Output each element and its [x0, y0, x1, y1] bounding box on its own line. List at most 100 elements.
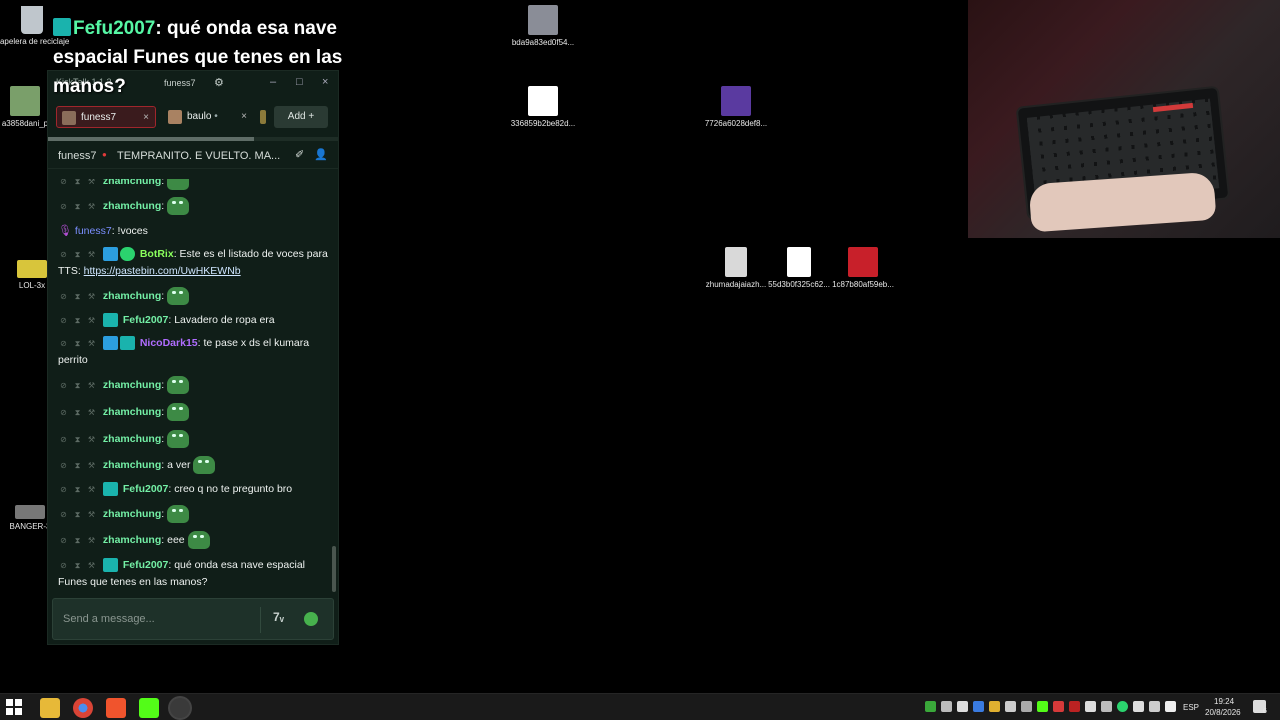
- tray-icon[interactable]: [1101, 701, 1112, 712]
- volume-icon[interactable]: [1165, 701, 1176, 712]
- timeout-icon[interactable]: ⧗: [72, 201, 83, 212]
- chat-scrollbar[interactable]: [332, 546, 336, 592]
- ban-icon[interactable]: ⊘: [58, 407, 69, 418]
- kick-emote-icon[interactable]: [304, 612, 318, 626]
- tray-icon[interactable]: [957, 701, 968, 712]
- desktop-file-bda9[interactable]: bda9a83ed0f54...: [503, 5, 583, 48]
- tray-icon[interactable]: [1021, 701, 1032, 712]
- timeout-icon[interactable]: ⧗: [72, 179, 83, 187]
- desktop-file-7726[interactable]: 7726a6028def8...: [696, 86, 776, 129]
- timeout-icon[interactable]: ⧗: [72, 380, 83, 391]
- desktop-file-1c87[interactable]: 1c87b80af59eb...: [823, 247, 903, 290]
- emote-picker-icon[interactable]: 7ᵥ: [273, 610, 284, 624]
- ban-icon[interactable]: ⊘: [58, 338, 69, 349]
- username[interactable]: zhamchung: [103, 459, 161, 471]
- timeout-icon[interactable]: ⧗: [72, 434, 83, 445]
- hammer-icon[interactable]: ⚒: [86, 338, 97, 349]
- brave-icon[interactable]: [106, 698, 126, 718]
- username[interactable]: zhamchung: [103, 433, 161, 445]
- hammer-icon[interactable]: ⚒: [86, 249, 97, 260]
- message-link[interactable]: https://pastebin.com/UwHKEWNb: [84, 265, 241, 277]
- timeout-icon[interactable]: ⧗: [72, 509, 83, 520]
- desktop-file-3368[interactable]: 336859b2be82d...: [503, 86, 583, 129]
- hammer-icon[interactable]: ⚒: [86, 291, 97, 302]
- hammer-icon[interactable]: ⚒: [86, 535, 97, 546]
- chrome-icon[interactable]: [73, 698, 93, 718]
- timeout-icon[interactable]: ⧗: [72, 535, 83, 546]
- windows-start-icon[interactable]: [6, 699, 23, 716]
- timeout-icon[interactable]: ⧗: [72, 460, 83, 471]
- tray-icon[interactable]: [941, 701, 952, 712]
- username[interactable]: Fefu2007: [123, 559, 169, 571]
- timeout-icon[interactable]: ⧗: [72, 484, 83, 495]
- ban-icon[interactable]: ⊘: [58, 460, 69, 471]
- hammer-icon[interactable]: ⚒: [86, 434, 97, 445]
- timeout-icon[interactable]: ⧗: [72, 315, 83, 326]
- hammer-icon[interactable]: ⚒: [86, 315, 97, 326]
- timeout-icon[interactable]: ⧗: [72, 291, 83, 302]
- username[interactable]: Fefu2007: [123, 483, 169, 495]
- ban-icon[interactable]: ⊘: [58, 201, 69, 212]
- username[interactable]: zhamchung: [103, 534, 161, 546]
- wifi-icon[interactable]: [1149, 701, 1160, 712]
- timeout-icon[interactable]: ⧗: [72, 249, 83, 260]
- ban-icon[interactable]: ⊘: [58, 434, 69, 445]
- tab-funess7[interactable]: funess7 ×: [56, 106, 156, 128]
- ban-icon[interactable]: ⊘: [58, 484, 69, 495]
- username[interactable]: BotRix: [140, 248, 174, 260]
- ban-icon[interactable]: ⊘: [58, 179, 69, 187]
- ban-icon[interactable]: ⊘: [58, 380, 69, 391]
- language-indicator[interactable]: ESP: [1183, 703, 1199, 712]
- username[interactable]: NicoDark15: [140, 337, 198, 349]
- close-tab-icon[interactable]: ×: [143, 107, 149, 129]
- close-tab-icon[interactable]: ×: [241, 106, 247, 128]
- username[interactable]: zhamchung: [103, 379, 161, 391]
- tray-icon[interactable]: [989, 701, 1000, 712]
- obs-icon[interactable]: [170, 698, 190, 718]
- network-icon[interactable]: [1133, 701, 1144, 712]
- hammer-icon[interactable]: ⚒: [86, 509, 97, 520]
- clock-time[interactable]: 19:24: [1214, 697, 1234, 706]
- tray-icon[interactable]: [1117, 701, 1128, 712]
- tray-icon[interactable]: [1085, 701, 1096, 712]
- hammer-icon[interactable]: ⚒: [86, 201, 97, 212]
- hammer-icon[interactable]: ⚒: [86, 560, 97, 571]
- ban-icon[interactable]: ⊘: [58, 535, 69, 546]
- ban-icon[interactable]: ⊘: [58, 249, 69, 260]
- user-icon[interactable]: 👤: [314, 148, 328, 161]
- timeout-icon[interactable]: ⧗: [72, 338, 83, 349]
- ban-icon[interactable]: ⊘: [58, 315, 69, 326]
- kick-icon[interactable]: [139, 698, 159, 718]
- username[interactable]: zhamchung: [103, 508, 161, 520]
- timeout-icon[interactable]: ⧗: [72, 407, 83, 418]
- tray-icon[interactable]: [1053, 701, 1064, 712]
- ban-icon[interactable]: ⊘: [58, 560, 69, 571]
- tray-icon[interactable]: [973, 701, 984, 712]
- tray-icon[interactable]: [1037, 701, 1048, 712]
- subscriber-badge-icon: [102, 558, 118, 573]
- username[interactable]: zhamchung: [103, 179, 161, 187]
- pin-icon[interactable]: ✐: [295, 148, 304, 161]
- hammer-icon[interactable]: ⚒: [86, 407, 97, 418]
- clock-date[interactable]: 20/8/2026: [1205, 708, 1241, 717]
- username[interactable]: zhamchung: [103, 200, 161, 212]
- username[interactable]: funess7: [75, 225, 112, 237]
- tray-icon[interactable]: [925, 701, 936, 712]
- hammer-icon[interactable]: ⚒: [86, 484, 97, 495]
- message-input[interactable]: [53, 599, 258, 639]
- hammer-icon[interactable]: ⚒: [86, 179, 97, 187]
- hammer-icon[interactable]: ⚒: [86, 380, 97, 391]
- tray-icon[interactable]: [1069, 701, 1080, 712]
- add-channel-button[interactable]: Add +: [274, 106, 328, 128]
- username[interactable]: zhamchung: [103, 290, 161, 302]
- timeout-icon[interactable]: ⧗: [72, 560, 83, 571]
- username[interactable]: Fefu2007: [123, 314, 169, 326]
- tab-baulo[interactable]: baulo • ×: [163, 106, 253, 128]
- tray-icon[interactable]: [1005, 701, 1016, 712]
- ban-icon[interactable]: ⊘: [58, 509, 69, 520]
- tab-overflow[interactable]: [260, 106, 270, 128]
- username[interactable]: zhamchung: [103, 406, 161, 418]
- ban-icon[interactable]: ⊘: [58, 291, 69, 302]
- hammer-icon[interactable]: ⚒: [86, 460, 97, 471]
- file-explorer-icon[interactable]: [40, 698, 60, 718]
